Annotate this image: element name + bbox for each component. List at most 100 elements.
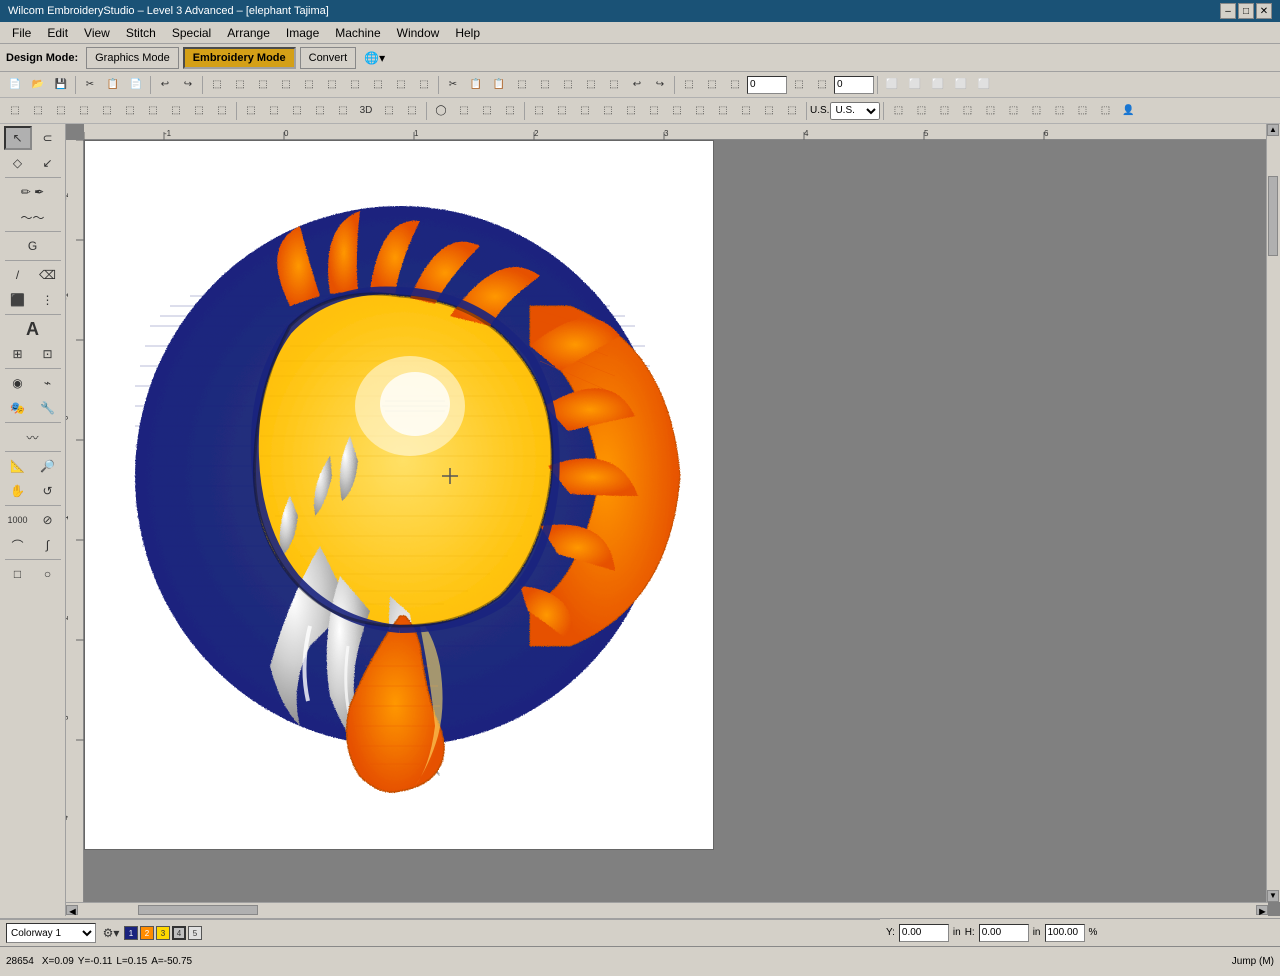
tb2-14[interactable]: ⬚ [309, 100, 331, 122]
new-btn[interactable]: 📄 [4, 74, 26, 96]
spray-btn[interactable]: ⋮ [34, 288, 62, 312]
scroll-right-btn[interactable]: ► [1256, 905, 1268, 915]
tb2-13[interactable]: ⬚ [286, 100, 308, 122]
warp-btn[interactable]: ⌁ [34, 371, 62, 395]
rect-btn[interactable]: □ [4, 562, 32, 586]
menu-file[interactable]: File [4, 24, 39, 42]
globe-btn[interactable]: 🌐▾ [364, 51, 385, 65]
tb-icon-21[interactable]: ⬚ [678, 74, 700, 96]
tb2-25[interactable]: ⬚ [574, 100, 596, 122]
angle-input[interactable] [747, 76, 787, 94]
tb-icon-10[interactable]: ⬚ [413, 74, 435, 96]
tb-icon-17[interactable]: ⬚ [580, 74, 602, 96]
tb2-37[interactable]: ⬚ [933, 100, 955, 122]
scroll-down-btn[interactable]: ▼ [1267, 890, 1279, 902]
tb-icon-20[interactable]: ↪ [649, 74, 671, 96]
tb2-15[interactable]: ⬚ [332, 100, 354, 122]
vertical-scrollbar-thumb[interactable] [1268, 176, 1278, 256]
tb2-40[interactable]: ⬚ [1002, 100, 1024, 122]
tb-icon-2[interactable]: ⬚ [229, 74, 251, 96]
tb2-29[interactable]: ⬚ [666, 100, 688, 122]
tb-icon-9[interactable]: ⬚ [390, 74, 412, 96]
scroll-up-btn[interactable]: ▲ [1267, 124, 1279, 136]
emboss-btn[interactable]: ◉ [4, 371, 32, 395]
color-1-btn[interactable]: 1 [124, 926, 138, 940]
tb-icon-23[interactable]: ⬚ [724, 74, 746, 96]
tb2-36[interactable]: ⬚ [910, 100, 932, 122]
ellipse-btn[interactable]: ○ [34, 562, 62, 586]
tb2-4[interactable]: ⬚ [73, 100, 95, 122]
menu-stitch[interactable]: Stitch [118, 24, 164, 42]
tb2-42[interactable]: ⬚ [1048, 100, 1070, 122]
design-canvas[interactable] [84, 140, 714, 850]
tb2-30[interactable]: ⬚ [689, 100, 711, 122]
save-btn[interactable]: 💾 [50, 74, 72, 96]
tb2-41[interactable]: ⬚ [1025, 100, 1047, 122]
tb-icon-11[interactable]: ✂ [442, 74, 464, 96]
tb-icon-5[interactable]: ⬚ [298, 74, 320, 96]
tb2-1[interactable]: ⬚ [4, 100, 26, 122]
tb-icon-28[interactable]: ⬜ [927, 74, 949, 96]
y-pos-input[interactable] [899, 924, 949, 942]
tb2-18[interactable]: ⬚ [401, 100, 423, 122]
node-edit-btn[interactable]: ◇ [4, 151, 32, 175]
tb2-21[interactable]: ⬚ [476, 100, 498, 122]
tb-icon-25[interactable]: ⬚ [811, 74, 833, 96]
maximize-btn[interactable]: □ [1238, 3, 1254, 19]
tb-icon-7[interactable]: ⬚ [344, 74, 366, 96]
vertical-scrollbar[interactable]: ▲ ▼ [1266, 124, 1280, 902]
menu-edit[interactable]: Edit [39, 24, 76, 42]
colorway-select[interactable]: Colorway 1 Colorway 2 [6, 923, 96, 943]
circle-btn[interactable]: G [5, 234, 61, 258]
color-2-btn[interactable]: 2 [140, 926, 154, 940]
wavy-btn[interactable]: 〰 [5, 425, 61, 449]
tb2-19[interactable]: ◯ [430, 100, 452, 122]
tb2-39[interactable]: ⬚ [979, 100, 1001, 122]
zoom-btn[interactable]: 🔎 [34, 454, 62, 478]
pct2-input[interactable] [1045, 924, 1085, 942]
tb-icon-18[interactable]: ⬚ [603, 74, 625, 96]
tb2-27[interactable]: ⬚ [620, 100, 642, 122]
tb-icon-1[interactable]: ⬚ [206, 74, 228, 96]
tb2-5[interactable]: ⬚ [96, 100, 118, 122]
special1-btn[interactable]: 🎭 [4, 396, 32, 420]
color-3-btn[interactable]: 3 [156, 926, 170, 940]
tb2-45[interactable]: 👤 [1117, 100, 1139, 122]
tb2-12[interactable]: ⬚ [263, 100, 285, 122]
tb2-26[interactable]: ⬚ [597, 100, 619, 122]
canvas-area[interactable]: -1 0 1 2 3 4 5 6 -2 [66, 124, 1280, 916]
reshape-btn[interactable]: ↙ [34, 151, 62, 175]
pen-btn[interactable]: ✏ ✒ [5, 180, 61, 204]
tb-icon-22[interactable]: ⬚ [701, 74, 723, 96]
tb-icon-15[interactable]: ⬚ [534, 74, 556, 96]
tb2-17[interactable]: ⬚ [378, 100, 400, 122]
tb-icon-4[interactable]: ⬚ [275, 74, 297, 96]
copy-btn[interactable]: 📋 [102, 74, 124, 96]
scroll-left-btn[interactable]: ◄ [66, 905, 78, 915]
pan-btn[interactable]: ✋ [4, 479, 32, 503]
knife-btn[interactable]: / [4, 263, 32, 287]
tb-icon-29[interactable]: ⬜ [950, 74, 972, 96]
tb2-23[interactable]: ⬚ [528, 100, 550, 122]
menu-special[interactable]: Special [164, 24, 219, 42]
rotate-btn[interactable]: ↺ [34, 479, 62, 503]
minimize-btn[interactable]: – [1220, 3, 1236, 19]
menu-machine[interactable]: Machine [327, 24, 388, 42]
convert-btn[interactable]: Convert [300, 47, 357, 69]
tb-icon-13[interactable]: 📋 [488, 74, 510, 96]
menu-arrange[interactable]: Arrange [219, 24, 278, 42]
tb2-8[interactable]: ⬚ [165, 100, 187, 122]
eraser-btn[interactable]: ⌫ [34, 263, 62, 287]
menu-image[interactable]: Image [278, 24, 327, 42]
tb2-24[interactable]: ⬚ [551, 100, 573, 122]
menu-view[interactable]: View [76, 24, 118, 42]
tb2-20[interactable]: ⬚ [453, 100, 475, 122]
bezier-btn[interactable]: ∫ [34, 533, 62, 557]
lasso-tool-btn[interactable]: ⊂ [34, 126, 62, 150]
tb2-22[interactable]: ⬚ [499, 100, 521, 122]
menu-help[interactable]: Help [447, 24, 488, 42]
tb-icon-19[interactable]: ↩ [626, 74, 648, 96]
embroidery-mode-btn[interactable]: Embroidery Mode [183, 47, 296, 69]
line-stitch-btn[interactable]: 1000 [4, 508, 32, 532]
tb2-10[interactable]: ⬚ [211, 100, 233, 122]
